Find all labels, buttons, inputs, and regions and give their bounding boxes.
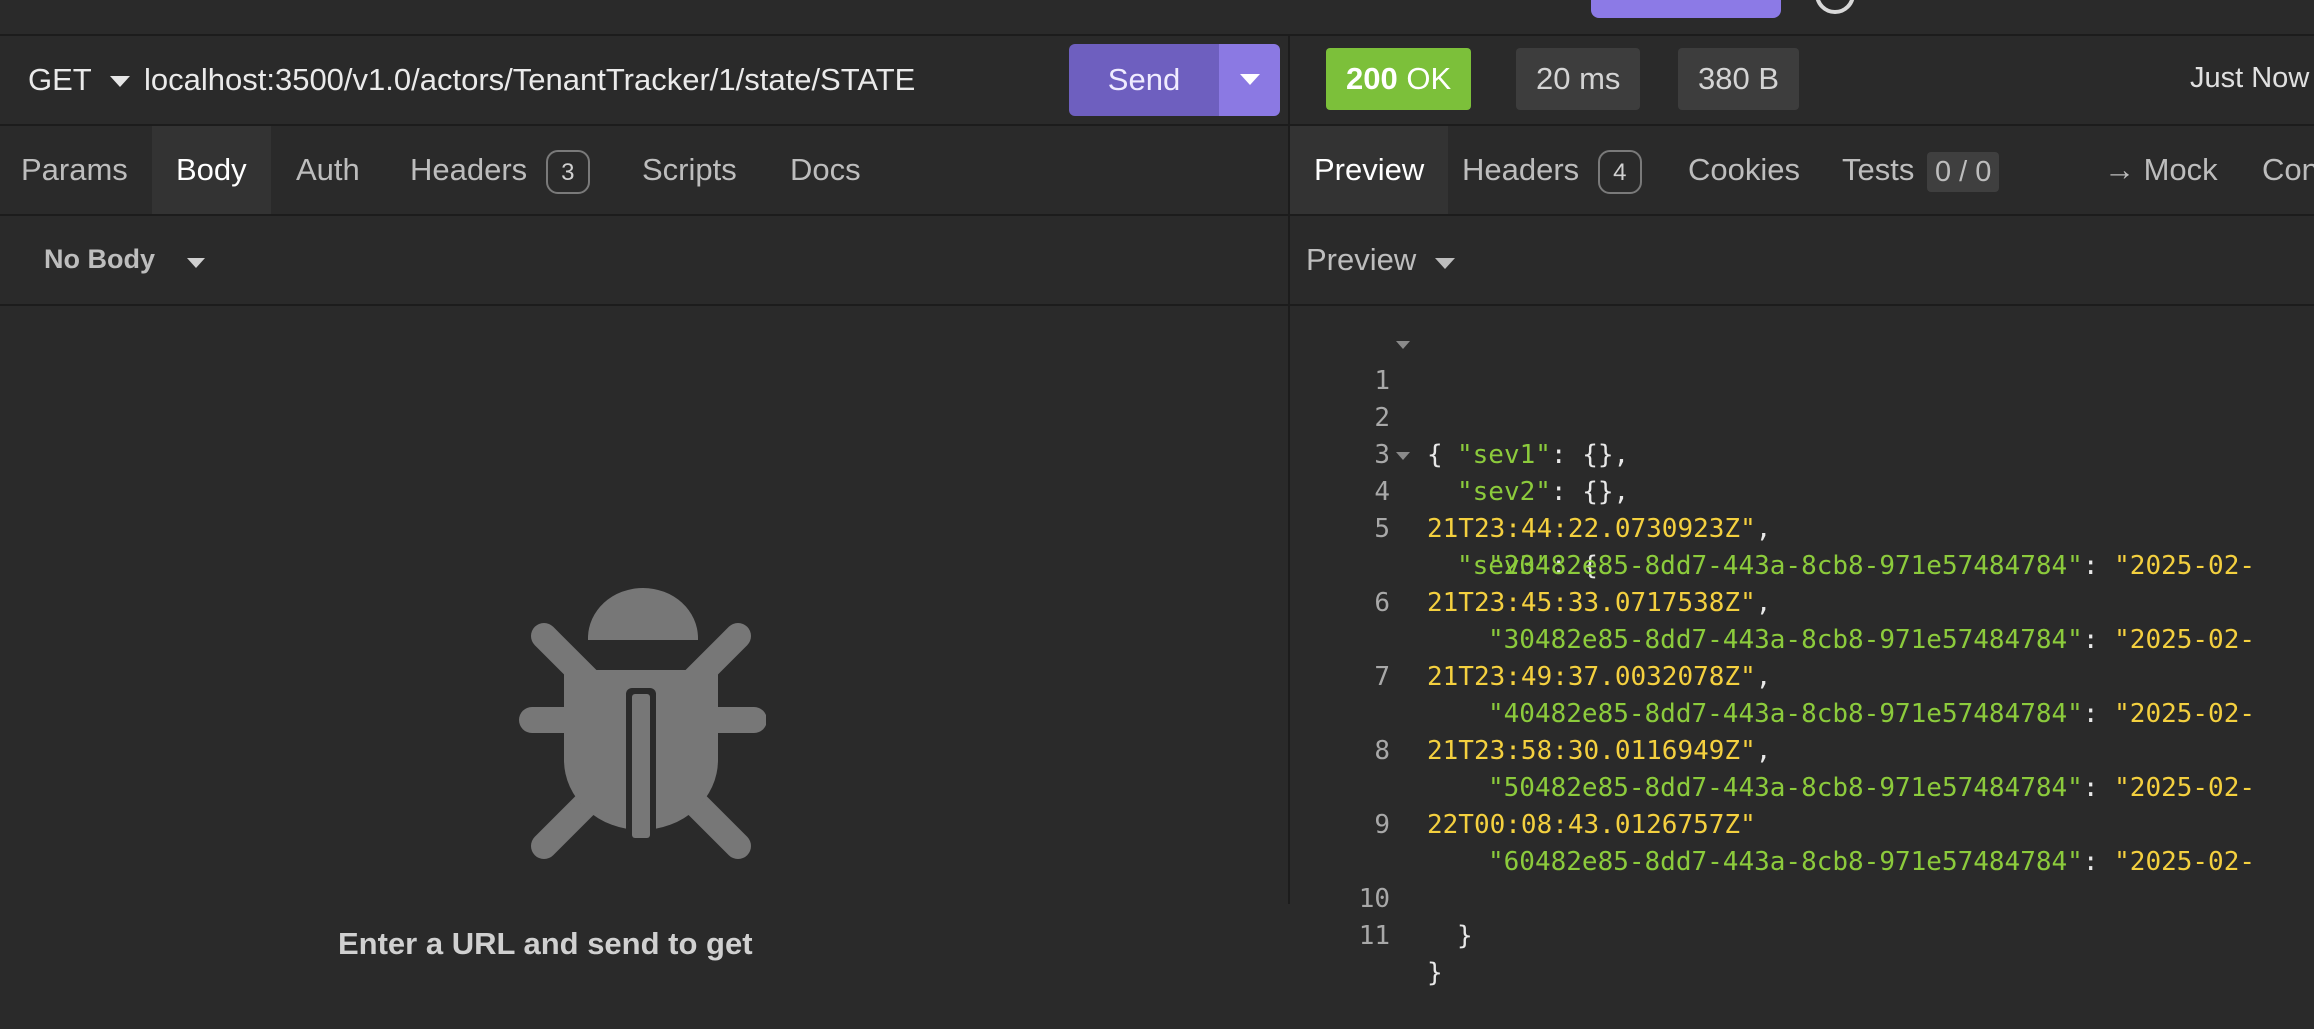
status-badge: 200 OK <box>1326 48 1472 110</box>
tab-auth[interactable]: Auth <box>274 126 382 214</box>
tab-label: Headers <box>1462 152 1580 187</box>
method-select[interactable]: GET <box>28 62 92 98</box>
response-status-bar: 200 OK 20 ms 380 B Just Now <box>1290 36 2314 126</box>
tests-count-badge: 0 / 0 <box>1926 151 2000 192</box>
tab-label: Cons <box>2262 152 2314 187</box>
chevron-down-icon[interactable] <box>187 258 205 268</box>
status-code: 200 <box>1346 61 1398 96</box>
send-button[interactable]: Send <box>1069 44 1219 116</box>
preview-mode-row: Preview <box>1290 216 2314 306</box>
response-size-badge: 380 B <box>1678 48 1800 110</box>
tab-body[interactable]: Body <box>152 126 271 214</box>
tab-label: Docs <box>790 152 861 187</box>
code-line: 7 "40482e85-8dd7-443a-8cb8-971e57484784"… <box>1290 622 2314 729</box>
line-number: 8 <box>1374 736 1390 766</box>
tab-label: Headers <box>410 152 528 187</box>
status-text: OK <box>1406 61 1452 96</box>
code-line: 2 "sev1": {}, <box>1290 363 2314 470</box>
json-string: 21T23:44:22.0730923Z" <box>1427 514 1756 544</box>
chevron-down-icon <box>1240 74 1260 85</box>
json-punct: , <box>1755 514 1772 544</box>
code-line: 11 } <box>1290 881 2314 988</box>
chevron-down-icon[interactable] <box>1435 258 1455 269</box>
code-line: 1 { <box>1290 326 2314 470</box>
code-text: 21T23:44:22.0730923Z", <box>1427 511 1771 548</box>
tab-label: Auth <box>296 152 360 187</box>
code-text: 22T00:08:43.0126757Z" <box>1427 807 1756 844</box>
tab-docs[interactable]: Docs <box>770 126 881 214</box>
response-tabs: Preview Headers 4 Cookies Tests 0 / 0 → … <box>1290 126 2314 216</box>
tab-label: Cookies <box>1688 152 1800 187</box>
json-string: 22T00:08:43.0126757Z" <box>1427 810 1756 840</box>
code-text: 21T23:45:33.0717538Z", <box>1427 585 1771 622</box>
tab-tests[interactable]: Tests 0 / 0 <box>1822 126 2019 214</box>
code-text: } <box>1457 921 1473 951</box>
json-punct: , <box>1755 588 1772 618</box>
headers-count-badge: 3 <box>545 149 590 194</box>
response-pane: 200 OK 20 ms 380 B Just Now Preview Head… <box>1290 36 2314 988</box>
tab-scripts[interactable]: Scripts <box>622 126 757 214</box>
url-input[interactable]: localhost:3500/v1.0/actors/TenantTracker… <box>144 62 915 98</box>
body-mode-select[interactable]: No Body <box>44 244 155 275</box>
json-string: 21T23:49:37.0032078Z" <box>1427 662 1756 692</box>
json-string: 21T23:58:30.0116949Z" <box>1427 736 1756 766</box>
method-caret-icon[interactable] <box>110 76 130 87</box>
send-options-button[interactable] <box>1219 44 1280 116</box>
status-circle-icon <box>1815 0 1855 14</box>
headers-count-badge: 4 <box>1597 149 1642 194</box>
code-line: 10 } <box>1290 844 2314 951</box>
code-line: 6 "30482e85-8dd7-443a-8cb8-971e57484784"… <box>1290 548 2314 655</box>
request-tabs: Params Body Auth Headers 3 Scripts Docs <box>0 126 1288 216</box>
top-bar <box>0 0 2314 36</box>
tab-label: → Mock <box>2104 152 2218 187</box>
tab-mock[interactable]: → Mock <box>2084 126 2238 214</box>
url-bar: GET localhost:3500/v1.0/actors/TenantTra… <box>0 36 1288 126</box>
fold-icon[interactable] <box>1396 452 1410 460</box>
tab-label: Tests <box>1842 152 1915 187</box>
json-string: 21T23:45:33.0717538Z" <box>1427 588 1756 618</box>
fold-icon[interactable] <box>1396 341 1410 349</box>
line-number: 7 <box>1374 662 1390 692</box>
request-pane: GET localhost:3500/v1.0/actors/TenantTra… <box>0 36 1288 961</box>
code-line: 9 "60482e85-8dd7-443a-8cb8-971e57484784"… <box>1290 770 2314 877</box>
line-number: 11 <box>1358 921 1390 951</box>
tab-headers[interactable]: Headers 3 <box>390 126 610 214</box>
code-text: } <box>1427 958 1443 988</box>
bug-icon <box>519 588 766 859</box>
tab-response-headers[interactable]: Headers 4 <box>1442 126 1662 214</box>
top-accent-button[interactable] <box>1591 0 1781 18</box>
code-text: 21T23:49:37.0032078Z", <box>1427 659 1771 696</box>
code-line: 5 "20482e85-8dd7-443a-8cb8-971e57484784"… <box>1290 474 2314 581</box>
code-line: 3 "sev2": {}, <box>1290 400 2314 507</box>
tab-label: Preview <box>1314 152 1425 187</box>
response-time-badge: 20 ms <box>1516 48 1641 110</box>
tab-cookies[interactable]: Cookies <box>1668 126 1820 214</box>
line-number: 6 <box>1374 588 1390 618</box>
json-punct: , <box>1755 662 1772 692</box>
json-punct: , <box>1755 736 1772 766</box>
preview-mode-select[interactable]: Preview <box>1306 242 1416 278</box>
empty-state-hint: Enter a URL and send to get <box>338 926 753 961</box>
tab-params[interactable]: Params <box>0 126 149 214</box>
code-line: 8 "50482e85-8dd7-443a-8cb8-971e57484784"… <box>1290 696 2314 803</box>
tab-label: Scripts <box>642 152 737 187</box>
line-number: 9 <box>1374 810 1390 840</box>
code-text: 21T23:58:30.0116949Z", <box>1427 733 1771 770</box>
response-timestamp: Just Now <box>2190 62 2310 94</box>
line-number: 5 <box>1374 514 1390 544</box>
tab-label: Params <box>21 152 128 187</box>
body-mode-row: No Body <box>0 216 1288 306</box>
tab-preview[interactable]: Preview <box>1290 126 1449 214</box>
tab-console[interactable]: Cons <box>2242 126 2314 214</box>
json-preview: 1 { 2 "sev1": {}, 3 "sev2": {}, 4 "sev3"… <box>1290 306 2314 988</box>
code-line: 4 "sev3": { <box>1290 437 2314 581</box>
tab-label: Body <box>176 152 247 187</box>
